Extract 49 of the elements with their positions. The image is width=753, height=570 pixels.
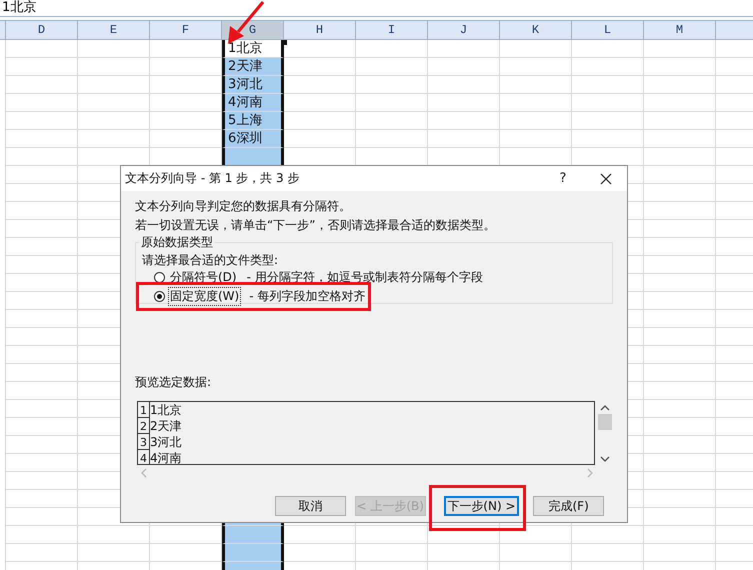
window-title: 文本分列向导 - 第 1 步，共 3 步 [125, 170, 300, 187]
dialog-button[interactable]: 取消 [275, 496, 346, 516]
column-header[interactable]: L [572, 21, 644, 39]
table-cell[interactable]: 6深圳 [222, 130, 284, 148]
column-header[interactable]: M [644, 21, 716, 39]
scroll-up-icon[interactable] [600, 405, 610, 411]
table-cell[interactable]: 5上海 [222, 112, 284, 130]
column-header[interactable]: J [428, 21, 500, 39]
preview-row: 3河北 [150, 434, 182, 450]
preview-row: 4河南 [150, 450, 182, 464]
instruction-text: 文本分列向导判定您的数据具有分隔符。 [135, 198, 352, 215]
close-icon [600, 172, 612, 184]
radio-label[interactable]: 分隔符号(D) [168, 268, 239, 287]
table-cell[interactable] [222, 544, 284, 562]
table-cell[interactable]: 4河南 [222, 94, 284, 112]
formula-bar[interactable]: 1北京 [0, 0, 753, 17]
preview-row: 2天津 [150, 418, 182, 434]
row-number: 2 [138, 418, 150, 434]
scroll-left-icon[interactable] [141, 468, 147, 478]
table-cell[interactable] [222, 526, 284, 544]
preview-label: 预览选定数据: [135, 374, 212, 390]
dialog-button[interactable]: 完成(F) [533, 496, 604, 516]
group-title: 原始数据类型 [139, 234, 215, 250]
scroll-down-icon[interactable] [600, 456, 610, 462]
column-header[interactable]: E [78, 21, 150, 39]
radio-button[interactable] [154, 291, 165, 302]
preview-row: 1北京 [150, 402, 182, 418]
radio-label[interactable]: 固定宽度(W) [168, 287, 242, 306]
table-cell[interactable]: 3河北 [222, 76, 284, 94]
option-description: - 每列字段加空格对齐 [249, 288, 366, 305]
prompt-text: 请选择最合适的文件类型: [142, 252, 280, 268]
column-header[interactable]: I [356, 21, 428, 39]
dialog-button[interactable]: 下一步(N) > [444, 496, 520, 516]
scroll-right-icon[interactable] [587, 468, 593, 478]
horizontal-scrollbar[interactable] [141, 467, 593, 479]
column-header[interactable]: H [284, 21, 356, 39]
instruction-text: 若一切设置无误，请单击“下一步”，否则请选择最合适的数据类型。 [135, 217, 496, 234]
fill-handle[interactable] [282, 40, 287, 45]
help-button[interactable]: ? [553, 171, 573, 186]
column-header[interactable]: K [500, 21, 572, 39]
radio-button[interactable] [154, 272, 165, 283]
column-header[interactable]: D [6, 21, 78, 39]
table-cell[interactable] [222, 148, 284, 166]
table-cell[interactable]: 2天津 [222, 58, 284, 76]
scrollbar-thumb[interactable] [598, 414, 612, 430]
row-number: 1 [138, 402, 150, 418]
table-cell[interactable]: 1北京 [222, 40, 284, 58]
row-number: 3 [138, 434, 150, 450]
row-number: 4 [138, 450, 150, 464]
